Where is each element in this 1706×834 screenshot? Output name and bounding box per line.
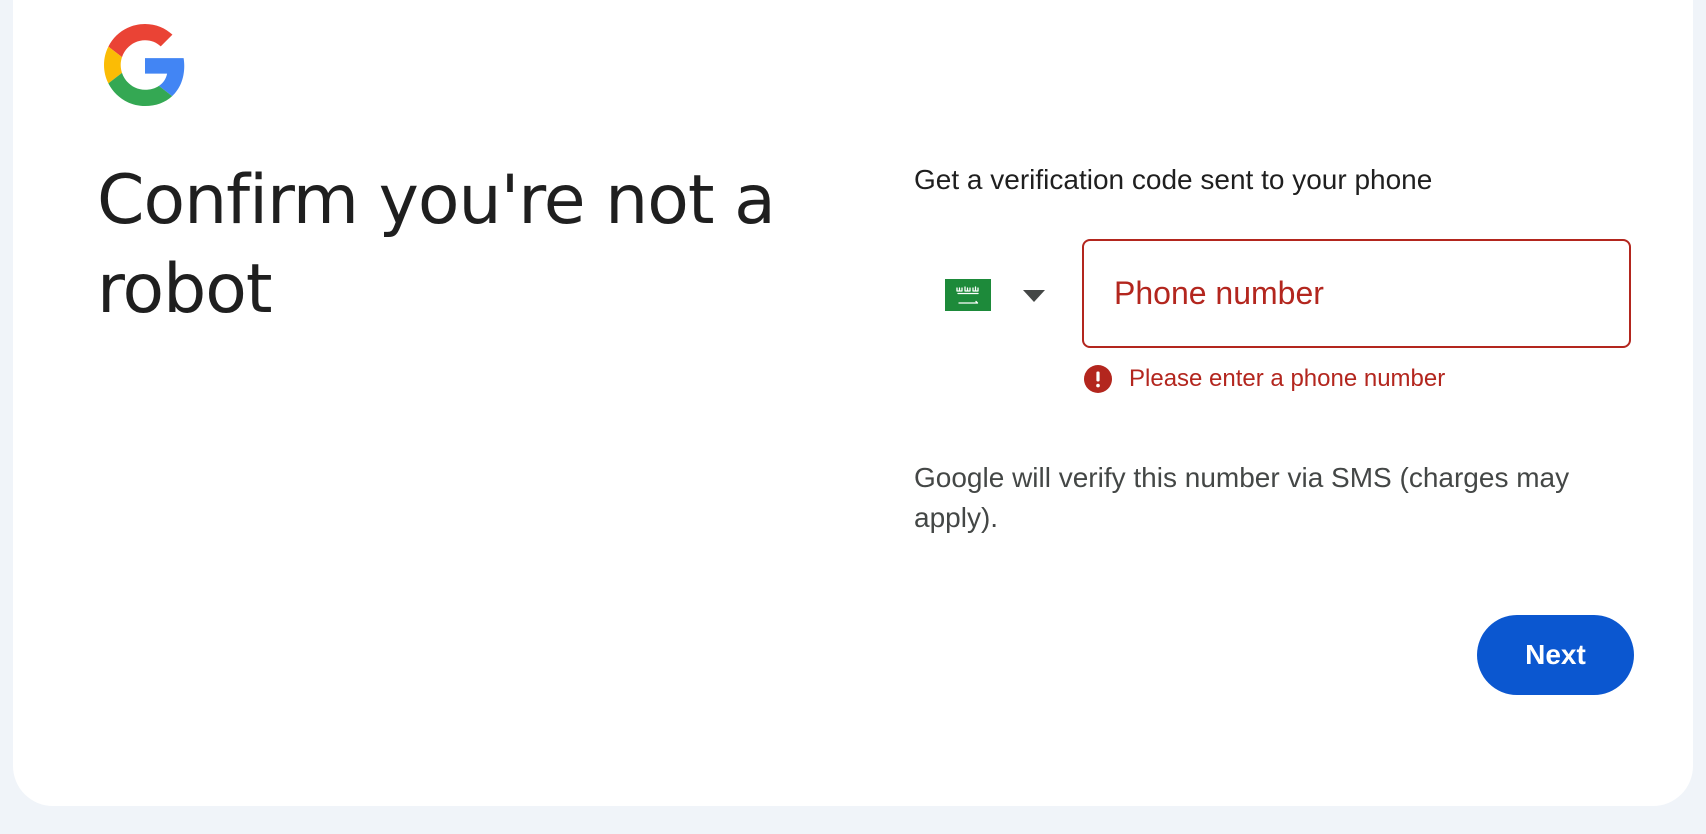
phone-number-input[interactable] [1114,241,1614,346]
dropdown-arrow-icon [1023,290,1045,302]
verification-subtitle: Get a verification code sent to your pho… [914,164,1433,195]
sms-charges-note: Google will verify this number via SMS (… [914,462,1570,533]
signin-card: Confirm you're not a robot Get a verific… [13,0,1693,806]
google-g-logo-icon [104,24,185,106]
phone-number-field [1082,239,1631,348]
error-icon [1084,365,1112,393]
error-text: Please enter a phone number [1129,365,1446,392]
saudi-arabia-flag-icon [945,279,991,311]
page-title: Confirm you're not a robot [97,161,776,329]
next-button[interactable]: Next [1477,615,1634,695]
phone-error-message: Please enter a phone number [1084,364,1445,394]
country-code-selector[interactable] [933,260,1053,330]
